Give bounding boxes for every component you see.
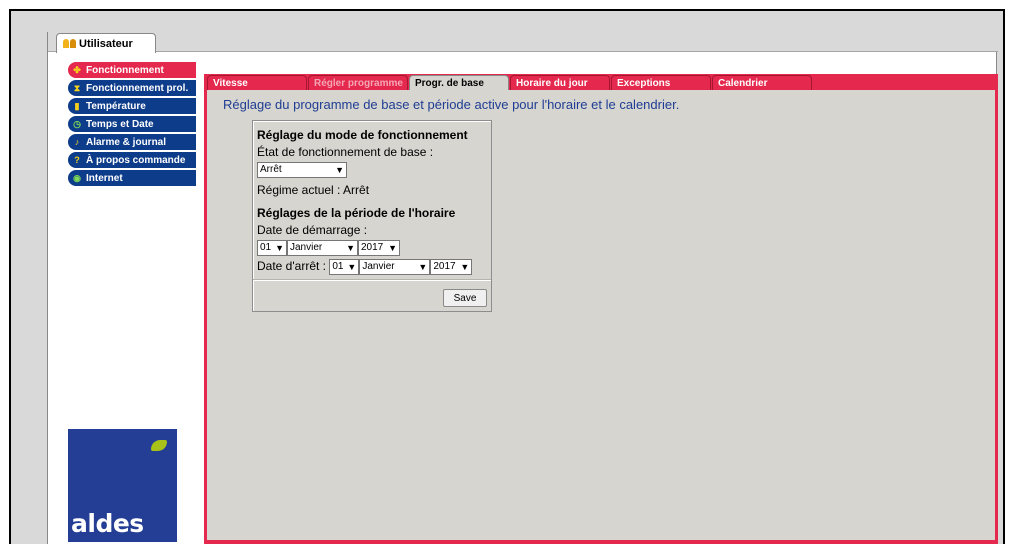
sidebar-item-label: Internet (86, 172, 123, 184)
tab-panel: Réglage du programme de base et période … (207, 90, 995, 540)
current-regime: Régime actuel : Arrêt (257, 183, 370, 197)
start-day-select[interactable]: 01 ▼ (257, 240, 287, 256)
save-button[interactable]: Save (443, 289, 487, 307)
globe-icon: ◉ (73, 172, 81, 183)
chevron-down-icon: ▼ (275, 243, 284, 253)
mode-section-title: Réglage du mode de fonctionnement (257, 128, 468, 142)
sidebar-item-internet[interactable]: ◉ Internet (68, 170, 196, 186)
chevron-down-icon: ▼ (418, 262, 428, 272)
chevron-down-icon: ▼ (388, 243, 397, 253)
sidebar-item-label: Fonctionnement (86, 64, 164, 76)
base-state-label: État de fonctionnement de base : (257, 145, 434, 159)
start-month-select[interactable]: Janvier ▼ (287, 240, 358, 256)
question-icon: ? (74, 155, 80, 165)
stop-day-select[interactable]: 01 ▼ (329, 259, 360, 275)
tab-vitesse[interactable]: Vitesse (207, 75, 307, 90)
sidebar-item-label: À propos commande (86, 154, 186, 166)
stop-month-value: Janvier (362, 261, 395, 272)
tab-bar: Vitesse Régler programme Progr. de base … (207, 75, 813, 91)
tab-horaire-du-jour[interactable]: Horaire du jour (510, 75, 610, 90)
content-area: Vitesse Régler programme Progr. de base … (204, 74, 998, 544)
base-state-value: Arrêt (260, 164, 282, 175)
stop-date-label: Date d'arrêt : (257, 259, 326, 274)
thermometer-icon: ▮ (74, 100, 80, 111)
sidebar-item-fonctionnement-prol[interactable]: ⧗ Fonctionnement prol. (68, 80, 196, 96)
start-date-label: Date de démarrage : (257, 223, 368, 237)
aldes-logo: aldes (68, 429, 177, 542)
chevron-down-icon: ▼ (346, 243, 355, 253)
settings-box: Réglage du mode de fonctionnement État d… (252, 120, 492, 312)
stop-year-value: 2017 (433, 261, 456, 272)
clock-icon: ◷ (73, 118, 81, 129)
start-year-value: 2017 (361, 242, 384, 253)
bell-icon: ♪ (74, 137, 80, 147)
user-tab[interactable]: Utilisateur (56, 33, 156, 53)
sidebar-item-temperature[interactable]: ▮ Température (68, 98, 196, 114)
sidebar-item-alarme-journal[interactable]: ♪ Alarme & journal (68, 134, 196, 150)
start-month-value: Janvier (290, 242, 323, 253)
sidebar-item-label: Alarme & journal (86, 136, 167, 148)
sidebar-item-label: Fonctionnement prol. (86, 82, 189, 94)
users-icon (63, 39, 76, 48)
page-title: Réglage du programme de base et période … (223, 97, 680, 112)
sidebar-nav: ✤ Fonctionnement ⧗ Fonctionnement prol. … (68, 62, 196, 188)
page-viewport: Utilisateur ✤ Fonctionnement ⧗ Fonctionn… (47, 32, 998, 544)
sidebar-item-a-propos-commande[interactable]: ? À propos commande (68, 152, 196, 168)
tab-exceptions[interactable]: Exceptions (611, 75, 711, 90)
fan-icon: ✤ (73, 64, 81, 75)
sidebar-item-temps-et-date[interactable]: ◷ Temps et Date (68, 116, 196, 132)
stop-month-select[interactable]: Janvier ▼ (359, 259, 431, 275)
sidebar-item-label: Temps et Date (86, 118, 154, 130)
tab-progr-de-base[interactable]: Progr. de base (409, 75, 509, 91)
sidebar-item-label: Température (86, 100, 146, 112)
leaf-icon (151, 440, 167, 451)
tab-regler-programme: Régler programme (308, 75, 408, 90)
sidebar-item-fonctionnement[interactable]: ✤ Fonctionnement (68, 62, 196, 78)
logo-text: aldes (71, 509, 144, 538)
base-state-select[interactable]: Arrêt ▼ (257, 162, 347, 178)
top-tab-strip: Utilisateur (48, 32, 998, 53)
divider (253, 279, 491, 281)
start-year-select[interactable]: 2017 ▼ (358, 240, 400, 256)
start-day-value: 01 (260, 242, 272, 253)
tab-calendrier[interactable]: Calendrier (712, 75, 812, 90)
chevron-down-icon: ▼ (347, 262, 357, 272)
browser-frame: Utilisateur ✤ Fonctionnement ⧗ Fonctionn… (9, 9, 1005, 544)
user-tab-label: Utilisateur (79, 37, 133, 50)
chevron-down-icon: ▼ (460, 262, 470, 272)
stop-year-select[interactable]: 2017 ▼ (430, 259, 473, 275)
period-section-title: Réglages de la période de l'horaire (257, 206, 456, 220)
stop-day-value: 01 (332, 261, 344, 272)
chevron-down-icon: ▼ (335, 165, 344, 175)
hourglass-icon: ⧗ (73, 82, 81, 93)
